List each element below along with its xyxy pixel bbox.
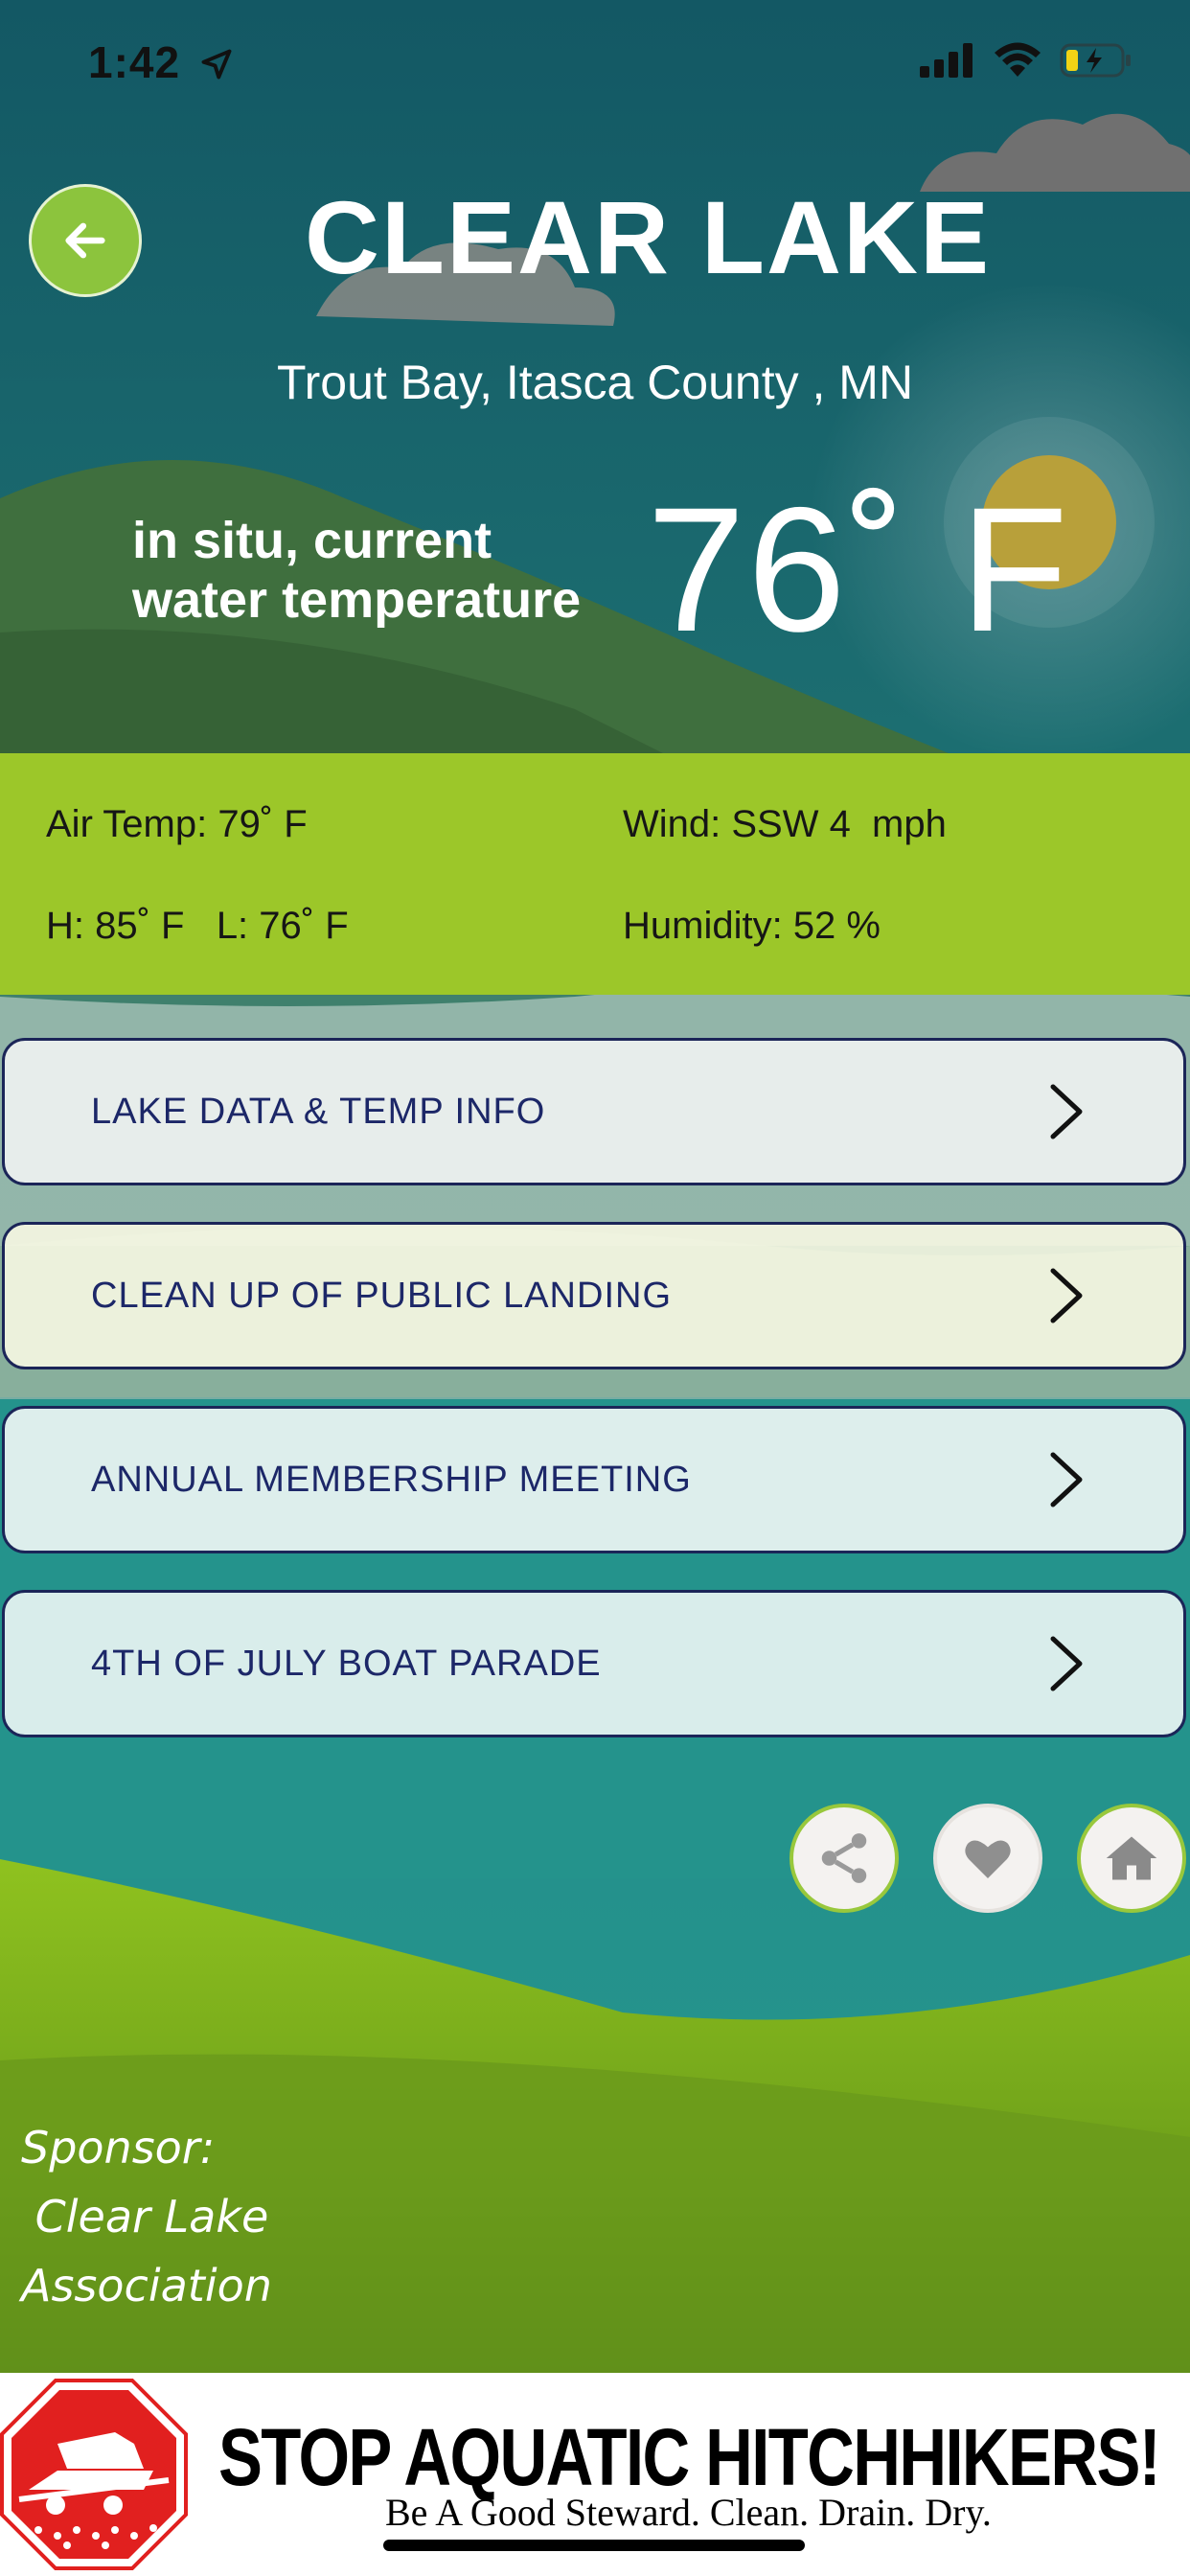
menu-item-label: ANNUAL MEMBERSHIP MEETING [91,1459,692,1500]
status-time: 1:42 [88,36,234,88]
status-indicators [920,42,1133,79]
home-icon [1106,1836,1157,1880]
menu-item-lake-data[interactable]: LAKE DATA & TEMP INFO [2,1038,1186,1185]
air-temp: Air Temp: 79˚ F [46,803,308,845]
water-temp-label: in situ, current water temperature [132,511,581,630]
chevron-right-icon [1050,1636,1083,1691]
signal-icon [920,43,973,78]
high-low-temp: H: 85˚ F L: 76˚ F [46,905,349,947]
wifi-icon [995,42,1041,77]
menu-item-boat-parade[interactable]: 4TH OF JULY BOAT PARADE [2,1590,1186,1737]
home-indicator[interactable] [383,2540,805,2551]
battery-charging-icon [1060,43,1131,78]
sponsor-name-line1: Clear Lake [21,2191,269,2242]
weather-summary: Air Temp: 79˚ F Wind: SSW 4 mph H: 85˚ F… [0,753,1190,995]
chevron-right-icon [1050,1452,1083,1507]
menu-item-clean-up[interactable]: CLEAN UP OF PUBLIC LANDING [2,1222,1186,1369]
favorite-button[interactable] [933,1804,1042,1913]
sponsor-label: Sponsor: [21,2122,216,2174]
banner-subtitle: Be A Good Steward. Clean. Drain. Dry. [385,2491,992,2534]
menu-item-label: CLEAN UP OF PUBLIC LANDING [91,1275,673,1316]
home-button[interactable] [1077,1804,1186,1913]
lake-location: Trout Bay, Itasca County , MN [276,356,914,409]
sponsor-name-line2: Association [21,2260,272,2312]
menu-item-membership-meeting[interactable]: ANNUAL MEMBERSHIP MEETING [2,1406,1186,1553]
menu-item-label: LAKE DATA & TEMP INFO [91,1091,546,1132]
ad-banner[interactable]: STOP AQUATIC HITCHHIKERS! Be A Good Stew… [0,2373,1190,2576]
share-icon [821,1833,867,1883]
location-arrow-icon [201,49,232,80]
water-temp-label-line2: water temperature [132,571,582,629]
stop-sign-boat-icon [0,2379,188,2570]
lake-title: CLEAR LAKE [305,179,991,295]
menu-item-label: 4TH OF JULY BOAT PARADE [91,1643,602,1684]
sponsor-credit: Sponsor: Clear Lake Association [21,2113,272,2320]
humidity: Humidity: 52 % [623,905,881,947]
heart-icon [965,1840,1011,1878]
water-temp-value: 76˚ F [647,472,1070,669]
chevron-right-icon [1050,1268,1083,1323]
share-button[interactable] [790,1804,899,1913]
water-temp-label-line1: in situ, current [132,512,492,569]
wind: Wind: SSW 4 mph [623,803,947,845]
chevron-right-icon [1050,1084,1083,1139]
